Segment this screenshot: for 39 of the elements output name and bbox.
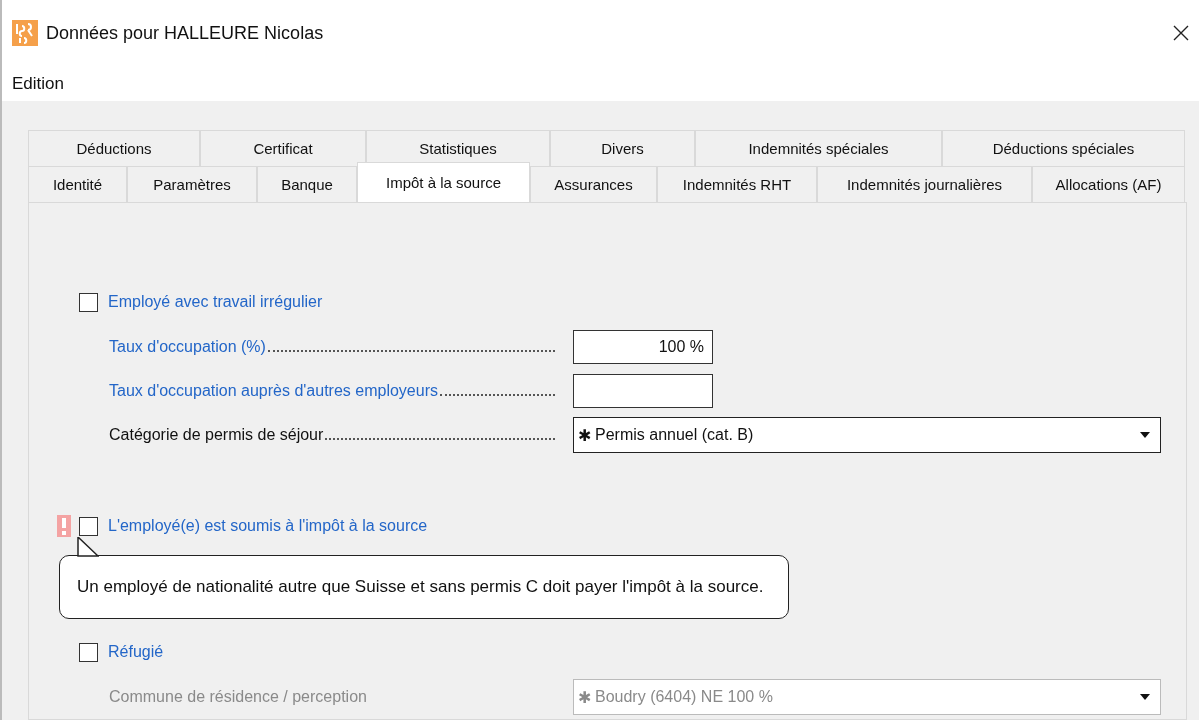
dropdown-value: Boudry (6404) NE 100 % xyxy=(595,688,774,706)
tooltip-text: Un employé de nationalité autre que Suisse et sans permis C doit payer l'impôt à la source. xyxy=(77,577,764,597)
tab[interactable]: Assurances xyxy=(530,166,657,202)
tab[interactable]: Déductions xyxy=(28,130,200,166)
tab[interactable]: Déductions spéciales xyxy=(942,130,1185,166)
checkbox[interactable] xyxy=(79,642,98,662)
tab[interactable]: Allocations (AF) xyxy=(1032,166,1185,202)
caret-icon xyxy=(1140,432,1150,438)
tab[interactable]: Statistiques xyxy=(366,130,550,166)
checkbox-label: Réfugié xyxy=(108,643,164,661)
checkbox-label: Employé avec travail irrégulier xyxy=(108,293,323,311)
window-title: Données pour HALLEURE Nicolas xyxy=(46,22,325,44)
field-label: Commune de résidence / perception xyxy=(109,688,367,706)
tab[interactable]: Indemnités RHT xyxy=(657,166,817,202)
checkbox-label: L'employé(e) est soumis à l'impôt à la source xyxy=(108,517,428,535)
tab[interactable]: Identité xyxy=(28,166,127,202)
input-field[interactable] xyxy=(573,374,713,408)
field-label: Catégorie de permis de séjour xyxy=(109,426,324,444)
tab[interactable]: Certificat xyxy=(200,130,366,166)
tab[interactable]: Indemnités spéciales xyxy=(695,130,942,166)
field-label: Taux d'occupation (%) xyxy=(109,338,266,356)
tab[interactable]: Paramètres xyxy=(127,166,257,202)
checkbox[interactable] xyxy=(79,516,98,536)
tab[interactable]: Divers xyxy=(550,130,695,166)
app-logo-icon xyxy=(12,20,38,46)
input-field[interactable]: 100 % xyxy=(573,330,713,364)
close-button[interactable] xyxy=(1171,23,1191,43)
dropdown[interactable]: ✱ Permis annuel (cat. B) xyxy=(573,417,1161,453)
required-marker: ✱ xyxy=(578,425,591,445)
dropdown[interactable]: ✱ Boudry (6404) NE 100 % xyxy=(573,679,1161,715)
dropdown-value: Permis annuel (cat. B) xyxy=(595,426,755,444)
tab[interactable]: Banque xyxy=(257,166,357,202)
caret-icon xyxy=(1140,694,1150,700)
tab[interactable]: Indemnités journalières xyxy=(817,166,1032,202)
checkbox[interactable] xyxy=(79,292,98,312)
tab[interactable]: Impôt à la source xyxy=(357,162,530,202)
field-label: Taux d'occupation auprès d'autres employeurs xyxy=(109,382,438,400)
required-marker: ✱ xyxy=(578,687,591,707)
menu-item[interactable]: Edition xyxy=(12,73,64,94)
